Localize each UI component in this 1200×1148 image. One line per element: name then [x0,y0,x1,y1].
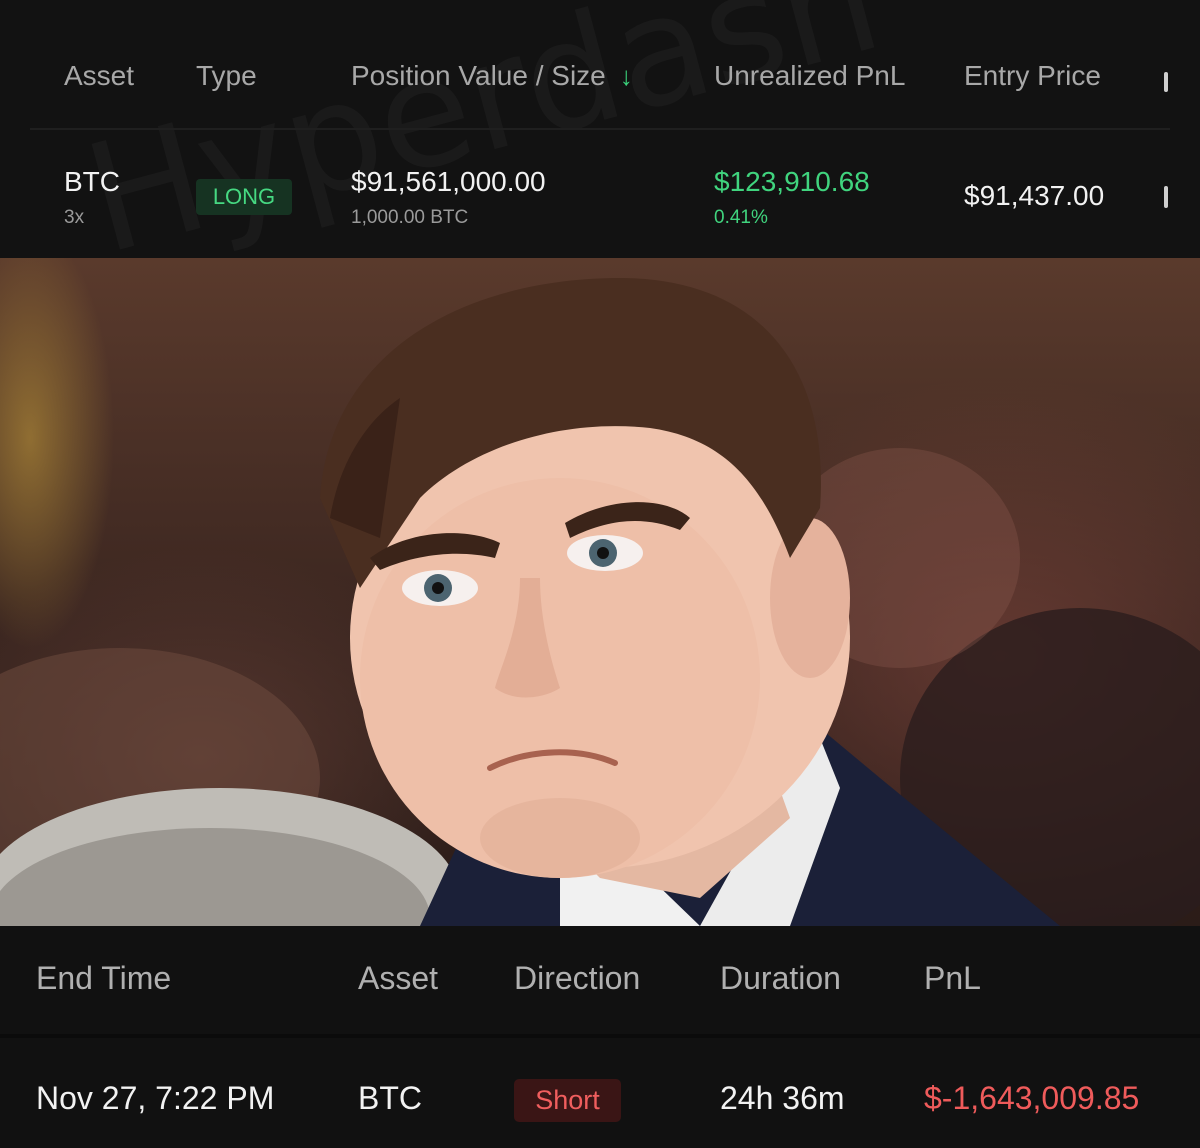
trade-asset[interactable]: BTC [358,1080,422,1117]
header-asset[interactable]: Asset [358,960,438,997]
truncated-cell-edge [1164,186,1168,208]
person-photo [0,258,1200,926]
sort-down-icon[interactable]: ↓ [620,61,633,92]
header-type[interactable]: Type [196,60,257,92]
position-value: $91,561,000.00 [351,166,546,197]
header-position-value-size[interactable]: Position Value / Size ↓ [351,60,633,92]
header-end-time[interactable]: End Time [36,960,171,997]
trade-duration: 24h 36m [720,1080,845,1116]
header-duration[interactable]: Duration [720,960,841,997]
header-direction[interactable]: Direction [514,960,640,997]
positions-table: Hyperdash Asset Type Position Value / Si… [0,0,1200,258]
header-position-value-size-label: Position Value / Size [351,60,606,91]
header-entry-price[interactable]: Entry Price [964,60,1101,92]
header-pnl[interactable]: PnL [924,960,981,997]
header-unrealized-pnl[interactable]: Unrealized PnL [714,60,905,92]
positions-table-header: Asset Type Position Value / Size ↓ Unreal… [0,48,1200,108]
person-photo-illustration [0,278,1200,926]
trade-end-time: Nov 27, 7:22 PM [36,1080,275,1116]
truncated-column-edge [1164,72,1168,92]
position-row[interactable]: BTC 3x LONG $91,561,000.00 1,000.00 BTC … [0,130,1200,258]
position-size: 1,000.00 BTC [351,207,469,228]
header-asset[interactable]: Asset [64,60,134,92]
header-divider [0,1034,1200,1038]
position-type-badge: LONG [196,179,292,215]
trade-pnl: $-1,643,009.85 [924,1080,1140,1116]
position-asset[interactable]: BTC [64,166,120,198]
position-leverage: 3x [64,207,85,228]
screenshot-root: Hyperdash Asset Type Position Value / Si… [0,0,1200,1148]
trade-history-table: End Time Asset Direction Duration PnL No… [0,926,1200,1148]
entry-price-value: $91,437.00 [964,180,1105,211]
trade-direction-badge: Short [514,1079,621,1122]
unrealized-pnl-value: $123,910.68 [714,166,870,197]
unrealized-pnl-percent: 0.41% [714,207,768,228]
